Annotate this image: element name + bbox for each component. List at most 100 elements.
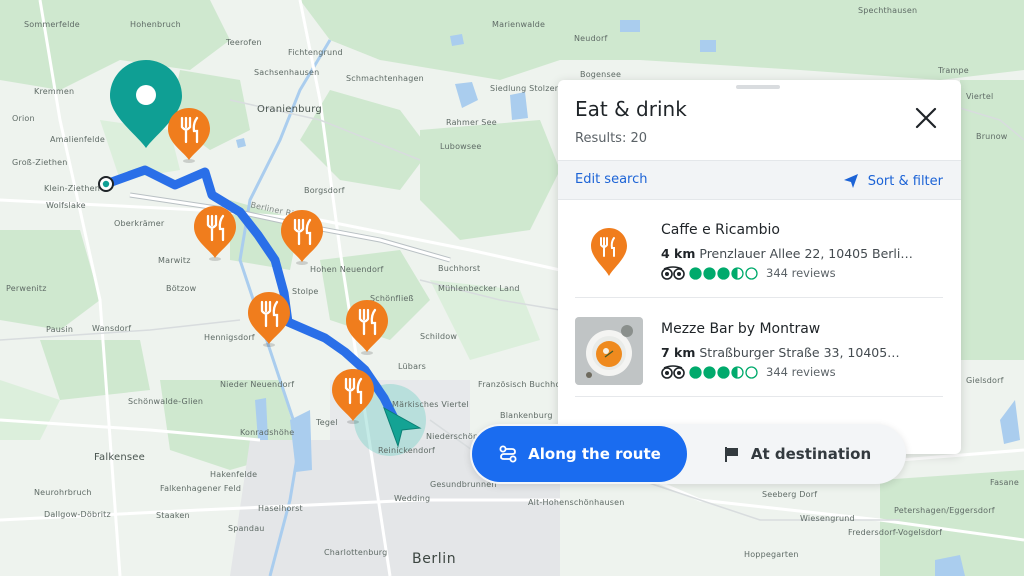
at-destination-label: At destination — [750, 445, 872, 463]
map-label: Bötzow — [166, 284, 197, 293]
close-icon[interactable] — [912, 104, 940, 132]
tripadvisor-icon — [661, 365, 685, 379]
restaurant-pin-icon[interactable] — [279, 208, 325, 266]
rating-bubbles — [689, 266, 759, 280]
flag-icon — [724, 447, 738, 462]
rating-bubble-icon — [689, 266, 702, 280]
result-rating: 344 reviews — [661, 365, 836, 379]
map-label: Neudorf — [574, 34, 608, 43]
map-label: Lubowsee — [440, 142, 482, 151]
map-label: Brunow — [976, 132, 1008, 141]
map-label: Gielsdorf — [966, 376, 1004, 385]
map-label: Groß-Ziethen — [12, 158, 68, 167]
map-label: Wansdorf — [92, 324, 132, 333]
result-item[interactable]: Mezze Bar by Montraw 7 km Straßburger St… — [558, 298, 961, 396]
map-label: Kremmen — [34, 87, 75, 96]
along-the-route-label: Along the route — [528, 445, 661, 463]
rating-bubble-icon — [745, 266, 758, 280]
paper-plane-icon — [843, 174, 858, 188]
map-label: Wolfslake — [46, 201, 86, 210]
rating-bubble-icon — [745, 365, 758, 379]
navigation-arrow-icon — [383, 406, 422, 448]
result-rating: 344 reviews — [661, 266, 836, 280]
map-label: Hakenfelde — [210, 470, 258, 479]
map-label-city: Berlin — [412, 551, 457, 567]
map-label: Fredersdorf-Vogelsdorf — [848, 528, 943, 537]
along-the-route-button[interactable]: Along the route — [472, 426, 687, 482]
map-label: Mühlenbecker Land — [438, 284, 520, 293]
map-label: Hohen Neuendorf — [310, 265, 384, 274]
map-label: Wedding — [394, 494, 431, 503]
map-label: Orion — [12, 114, 35, 123]
panel-toolbar: Edit search Sort & filter — [558, 160, 961, 200]
result-distance: 7 km — [661, 345, 696, 360]
map-label: Französisch Buchholz — [478, 380, 568, 389]
map-label: Charlottenburg — [324, 548, 388, 557]
sort-filter-button[interactable]: Sort & filter — [842, 172, 943, 190]
map-label: Seeberg Dorf — [762, 490, 818, 499]
map-label: Schmachtenhagen — [346, 74, 424, 83]
rating-bubbles — [689, 365, 759, 379]
map-label: Bogensee — [580, 70, 622, 79]
map-label: Falkenhagener Feld — [160, 484, 242, 493]
route-scope-toggle: Along the route At destination — [470, 424, 906, 484]
map-label: Marienwalde — [492, 20, 546, 29]
map-label: Nieder Neuendorf — [220, 380, 295, 389]
map-label: Buchhorst — [438, 264, 481, 273]
result-details: 7 km Straßburger Straße 33, 10405… — [661, 345, 931, 360]
result-address: Prenzlauer Allee 22, 10405 Berli… — [699, 246, 913, 261]
map-label: Oberkrämer — [114, 219, 165, 228]
map-label: Sachsenhausen — [254, 68, 320, 77]
rating-bubble-icon — [717, 365, 730, 379]
panel-title: Eat & drink — [575, 97, 687, 121]
map-label: Hoppegarten — [744, 550, 799, 559]
map-label: Neurohrbruch — [34, 488, 92, 497]
map-label: Falkensee — [94, 452, 145, 463]
result-item[interactable]: Caffe e Ricambio 4 km Prenzlauer Allee 2… — [558, 199, 961, 297]
map-label: Teerofen — [226, 38, 262, 47]
map-label: Viertel — [966, 92, 994, 101]
drag-handle[interactable] — [736, 85, 780, 89]
result-details: 4 km Prenzlauer Allee 22, 10405 Berli… — [661, 246, 931, 261]
map-label: Fasane — [990, 478, 1020, 487]
rating-bubble-icon — [703, 266, 716, 280]
rating-bubble-icon — [703, 365, 716, 379]
map-label: Konradshöhe — [240, 428, 295, 437]
map-label: Rahmer See — [446, 118, 497, 127]
map-label: Staaken — [156, 511, 190, 520]
map-label: Schönwalde-Glien — [128, 397, 204, 406]
map-label: Klein-Ziethen — [44, 184, 100, 193]
review-count: 344 reviews — [766, 365, 836, 379]
route-start-dot-icon — [98, 176, 114, 192]
map-label: Pausin — [46, 325, 74, 334]
result-distance: 4 km — [661, 246, 696, 261]
result-thumbnail — [575, 317, 643, 385]
result-name: Caffe e Ricambio — [661, 222, 780, 238]
result-thumbnail — [575, 218, 643, 286]
map-label: Oranienburg — [257, 104, 322, 115]
map-label: Fichtengrund — [288, 48, 343, 57]
map-label: Blankenburg — [500, 411, 553, 420]
restaurant-pin-icon[interactable] — [246, 290, 292, 348]
map-label: Schildow — [420, 332, 458, 341]
at-destination-button[interactable]: At destination — [692, 426, 902, 482]
rating-bubble-icon — [731, 365, 744, 379]
result-name: Mezze Bar by Montraw — [661, 321, 821, 337]
map-label: Stolpe — [292, 287, 319, 296]
map-label: Trampe — [938, 66, 969, 75]
map-label: Haselhorst — [258, 504, 303, 513]
map-label: Spandau — [228, 524, 265, 533]
rating-bubble-icon — [689, 365, 702, 379]
result-address: Straßburger Straße 33, 10405… — [699, 345, 900, 360]
edit-search-button[interactable]: Edit search — [575, 172, 648, 187]
review-count: 344 reviews — [766, 266, 836, 280]
restaurant-pin-icon — [591, 228, 627, 276]
route-icon — [499, 445, 517, 463]
restaurant-pin-icon[interactable] — [344, 298, 390, 356]
restaurant-pin-icon[interactable] — [166, 106, 212, 164]
map-label: Dallgow-Döbritz — [44, 510, 111, 519]
map-label: Marwitz — [158, 256, 191, 265]
results-count: Results: 20 — [575, 131, 647, 146]
restaurant-pin-icon[interactable] — [192, 204, 238, 262]
restaurant-pin-icon[interactable] — [330, 367, 376, 425]
